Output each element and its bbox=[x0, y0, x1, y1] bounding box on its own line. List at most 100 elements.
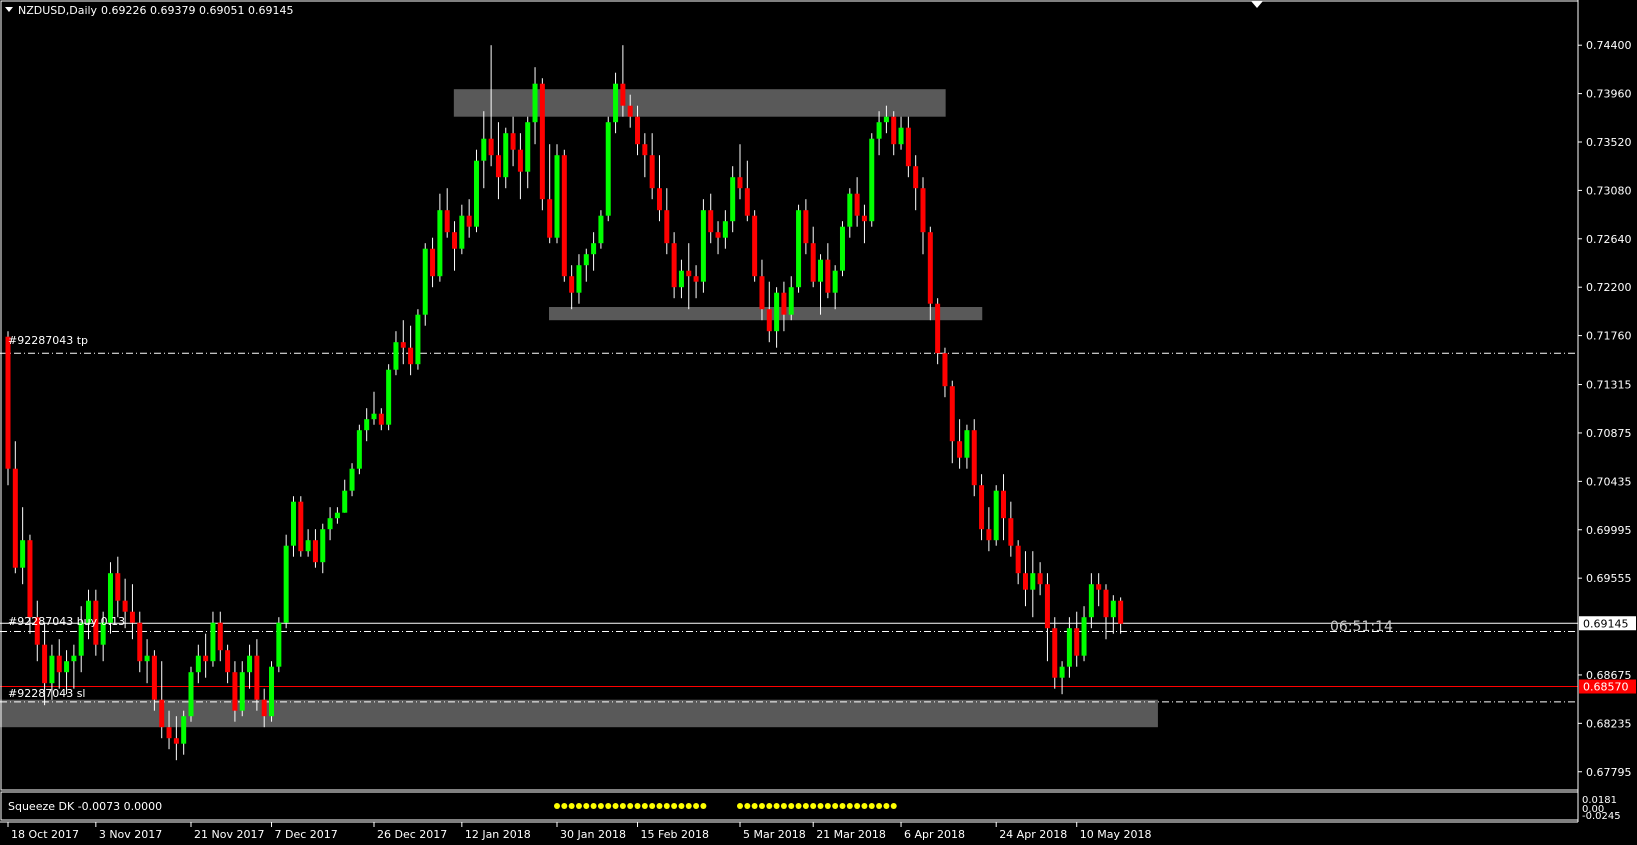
candle-body bbox=[1103, 589, 1109, 618]
candle-body bbox=[254, 655, 260, 700]
candle-body bbox=[803, 210, 809, 244]
candle-body bbox=[708, 210, 714, 233]
candle-body bbox=[364, 419, 370, 431]
current-price-tag: 0.69145 bbox=[1579, 616, 1636, 631]
squeeze-dot bbox=[693, 803, 700, 809]
squeeze-dot bbox=[802, 803, 809, 809]
price-tick-label: 0.73960 bbox=[1586, 88, 1632, 101]
candle-body bbox=[1066, 628, 1072, 667]
price-tick-label: 0.70875 bbox=[1586, 427, 1632, 440]
candle-body bbox=[561, 155, 567, 277]
squeeze-dot bbox=[590, 803, 597, 809]
time-tick-label: 15 Feb 2018 bbox=[641, 828, 709, 841]
candle-body bbox=[481, 138, 487, 161]
candle-body bbox=[129, 611, 135, 623]
candle-body bbox=[898, 127, 904, 145]
candle-body bbox=[239, 672, 245, 711]
time-tick-label: 6 Apr 2018 bbox=[904, 828, 965, 841]
candle-body bbox=[722, 221, 728, 238]
candle-body bbox=[678, 270, 684, 288]
candle-body bbox=[605, 122, 611, 216]
squeeze-dot bbox=[868, 803, 875, 809]
price-tick-label: 0.71315 bbox=[1586, 379, 1632, 392]
candle-body bbox=[781, 292, 787, 315]
squeeze-dot bbox=[824, 803, 831, 809]
candle-body bbox=[730, 177, 736, 222]
candle-body bbox=[1052, 628, 1058, 678]
candle-body bbox=[635, 116, 641, 145]
candle-body bbox=[173, 738, 179, 744]
squeeze-dot bbox=[737, 803, 743, 809]
candle-body bbox=[620, 83, 626, 106]
svg-text:0.69145: 0.69145 bbox=[1583, 617, 1629, 630]
squeeze-dot bbox=[605, 803, 612, 809]
time-tick-label: 5 Mar 2018 bbox=[743, 828, 806, 841]
indicator-label: Squeeze DK -0.0073 0.0000 bbox=[8, 800, 162, 813]
squeeze-dot bbox=[575, 803, 582, 809]
candle-body bbox=[547, 199, 553, 238]
candle-body bbox=[839, 226, 845, 271]
candle-body bbox=[766, 309, 772, 332]
candle-body bbox=[1044, 584, 1050, 629]
candle-body bbox=[1096, 584, 1102, 590]
candle-body bbox=[598, 215, 604, 244]
candle-body bbox=[957, 441, 963, 458]
candle-body bbox=[195, 655, 201, 673]
candle-body bbox=[1110, 600, 1116, 618]
support-resistance-zone bbox=[549, 307, 983, 321]
candle-body bbox=[979, 485, 985, 530]
squeeze-dot bbox=[890, 803, 897, 809]
candle-body bbox=[971, 430, 977, 486]
price-chart[interactable]: #92287043 tp #92287043 buy 0.13 #9228704… bbox=[0, 0, 1637, 845]
candle-body bbox=[503, 133, 509, 178]
candle-body bbox=[927, 232, 933, 304]
support-resistance-zone bbox=[0, 699, 1158, 728]
candle-body bbox=[305, 540, 311, 552]
squeeze-dot bbox=[678, 803, 685, 809]
candle-body bbox=[488, 138, 494, 156]
candle-body bbox=[71, 655, 77, 662]
price-tick-label: 0.69995 bbox=[1586, 524, 1632, 537]
price-tick-label: 0.73520 bbox=[1586, 136, 1632, 149]
squeeze-dot bbox=[817, 803, 824, 809]
candle-body bbox=[349, 468, 355, 491]
squeeze-dot bbox=[641, 803, 648, 809]
candle-body bbox=[217, 622, 223, 651]
candle-body bbox=[56, 655, 62, 673]
candle-body bbox=[1022, 573, 1028, 590]
squeeze-dot bbox=[773, 803, 780, 809]
price-tick-label: 0.74400 bbox=[1586, 39, 1632, 52]
price-tick-label: 0.73080 bbox=[1586, 184, 1632, 197]
candle-body bbox=[664, 210, 670, 244]
candle-body bbox=[942, 353, 948, 387]
squeeze-dot bbox=[854, 803, 861, 809]
candle-body bbox=[151, 655, 157, 700]
candle-body bbox=[649, 155, 655, 189]
squeeze-dot bbox=[751, 803, 758, 809]
candle-body bbox=[854, 193, 860, 216]
candle-body bbox=[554, 155, 560, 238]
candle-body bbox=[342, 490, 348, 513]
squeeze-dot bbox=[788, 803, 795, 809]
ohlc-readout: 0.69226 0.69379 0.69051 0.69145 bbox=[101, 4, 293, 17]
candle-body bbox=[715, 232, 721, 238]
candle-body bbox=[452, 232, 458, 249]
candle-body bbox=[415, 314, 421, 365]
candle-body bbox=[1074, 628, 1080, 656]
candle-body bbox=[825, 259, 831, 293]
candle-body bbox=[422, 248, 428, 315]
squeeze-dot bbox=[554, 803, 560, 809]
candle-body bbox=[1059, 666, 1065, 678]
candle-body bbox=[576, 265, 582, 293]
candle-body bbox=[144, 655, 150, 662]
candle-body bbox=[137, 622, 143, 662]
tp-line-label: #92287043 tp bbox=[8, 334, 88, 347]
time-tick-label: 10 May 2018 bbox=[1080, 828, 1152, 841]
candle-body bbox=[27, 540, 33, 618]
candle-body bbox=[393, 342, 399, 370]
candle-body bbox=[964, 430, 970, 458]
candle-body bbox=[203, 655, 209, 662]
candle-body bbox=[759, 276, 765, 310]
squeeze-dot bbox=[883, 803, 890, 809]
candle-body bbox=[115, 573, 121, 601]
